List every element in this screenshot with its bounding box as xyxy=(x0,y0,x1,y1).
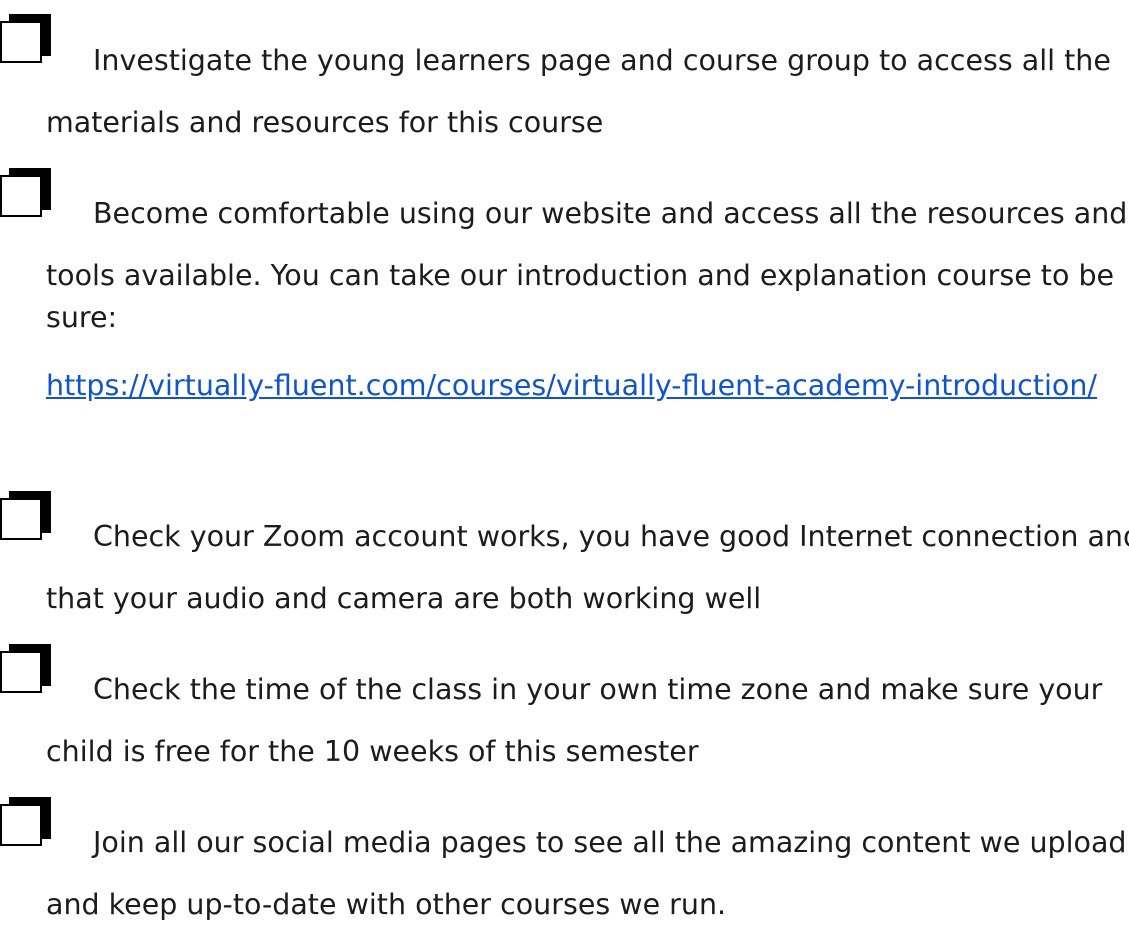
course-link[interactable]: https://virtually-fluent.com/courses/vir… xyxy=(46,366,1097,406)
checklist-item-text-line-3: sure: xyxy=(46,301,118,334)
checklist-item-text-line-2: and keep up-to-date with other courses w… xyxy=(46,888,727,921)
checklist-item-text-line-1: Become comfortable using our website and… xyxy=(93,197,1128,230)
checklist-item-text-line-2: child is free for the 10 weeks of this s… xyxy=(46,735,699,768)
checklist-item-text-line-1: Join all our social media pages to see a… xyxy=(93,826,1127,859)
checklist-item-text-line-1: Check your Zoom account works, you have … xyxy=(93,520,1129,553)
checklist-item-text-line-1: Investigate the young learners page and … xyxy=(93,44,1111,77)
checkbox-icon[interactable] xyxy=(0,797,52,849)
checklist-item-text-line-2: tools available. You can take our introd… xyxy=(46,259,1115,292)
checkbox-icon[interactable] xyxy=(0,14,52,66)
checkbox-icon[interactable] xyxy=(0,491,52,543)
checklist-item-text-line-2: that your audio and camera are both work… xyxy=(46,582,762,615)
checklist-item-text-line-2: materials and resources for this course xyxy=(46,106,604,139)
checkbox-icon[interactable] xyxy=(0,644,52,696)
checkbox-icon[interactable] xyxy=(0,168,52,220)
checklist-item-text-line-1: Check the time of the class in your own … xyxy=(93,673,1103,706)
